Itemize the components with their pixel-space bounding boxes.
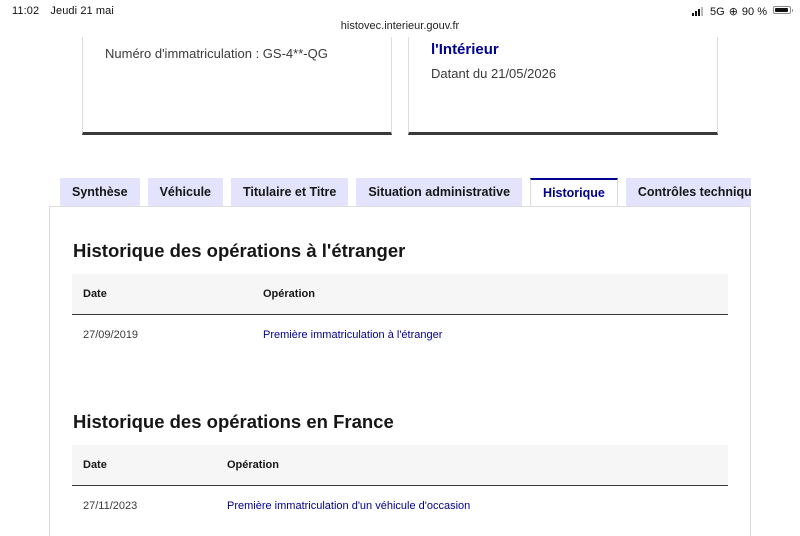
row-operation-link[interactable]: Première immatriculation d'un véhicule d… (227, 486, 470, 526)
status-left: 11:02 Jeudi 21 mai (12, 5, 114, 17)
tab-list: Synthèse Véhicule Titulaire et Titre Situat… (60, 178, 751, 207)
foreign-history-title: Historique des opérations à l'étranger (73, 240, 406, 261)
row-operation-link[interactable]: Première immatriculation à l'étranger (263, 315, 442, 355)
foreign-history-table: Date Opération 27/09/2019 Première immat… (72, 274, 728, 355)
france-history-table: Date Opération 27/11/2023 Première immat… (72, 445, 728, 526)
status-date: Jeudi 21 mai (50, 5, 114, 17)
report-tabs: Synthèse Véhicule Titulaire et Titre Situat… (60, 178, 751, 207)
table-header: Date Opération (72, 445, 728, 486)
status-time: 11:02 (12, 5, 40, 17)
network-type: 5G (710, 5, 725, 18)
table-row: 27/11/2023 Première immatriculation d'un… (72, 486, 728, 526)
rotation-lock-icon: ⊕ (728, 6, 738, 18)
status-bar: 11:02 Jeudi 21 mai 5G ⊕ 90 % (0, 0, 800, 20)
tab-synthese[interactable]: Synthèse (60, 178, 140, 206)
report-source-title[interactable]: l'Intérieur (431, 41, 499, 58)
address-bar-url[interactable]: histovec.interieur.gouv.fr (0, 20, 800, 32)
table-row: 27/09/2019 Première immatriculation à l'… (72, 315, 728, 355)
row-date: 27/09/2019 (83, 329, 139, 341)
battery-level-fill (775, 8, 788, 12)
registration-number: Numéro d'immatriculation : GS-4**-QG (105, 46, 328, 61)
battery-icon (773, 6, 793, 14)
column-header-date: Date (83, 459, 107, 471)
tab-historique[interactable]: Historique (530, 178, 618, 207)
tab-controles-techniques[interactable]: Contrôles techniques (625, 178, 751, 206)
table-header: Date Opération (72, 274, 728, 315)
tab-vehicule[interactable]: Véhicule (147, 178, 224, 206)
france-history-title: Historique des opérations en France (73, 411, 394, 432)
column-header-operation: Opération (227, 459, 279, 471)
report-date: Datant du 21/05/2026 (431, 66, 557, 81)
status-right: 5G ⊕ 90 % (692, 5, 767, 18)
vehicle-card: Numéro d'immatriculation : GS-4**-QG (82, 37, 392, 135)
column-header-date: Date (83, 288, 107, 300)
tab-situation-administrative[interactable]: Situation administrative (356, 178, 523, 206)
row-date: 27/11/2023 (83, 500, 138, 512)
cellular-signal-icon (692, 7, 704, 16)
battery-percent: 90 % (741, 5, 767, 18)
column-header-operation: Opération (263, 288, 315, 300)
tab-titulaire-et-titre[interactable]: Titulaire et Titre (231, 178, 349, 206)
report-source-card: l'Intérieur Datant du 21/05/2026 (408, 37, 718, 135)
